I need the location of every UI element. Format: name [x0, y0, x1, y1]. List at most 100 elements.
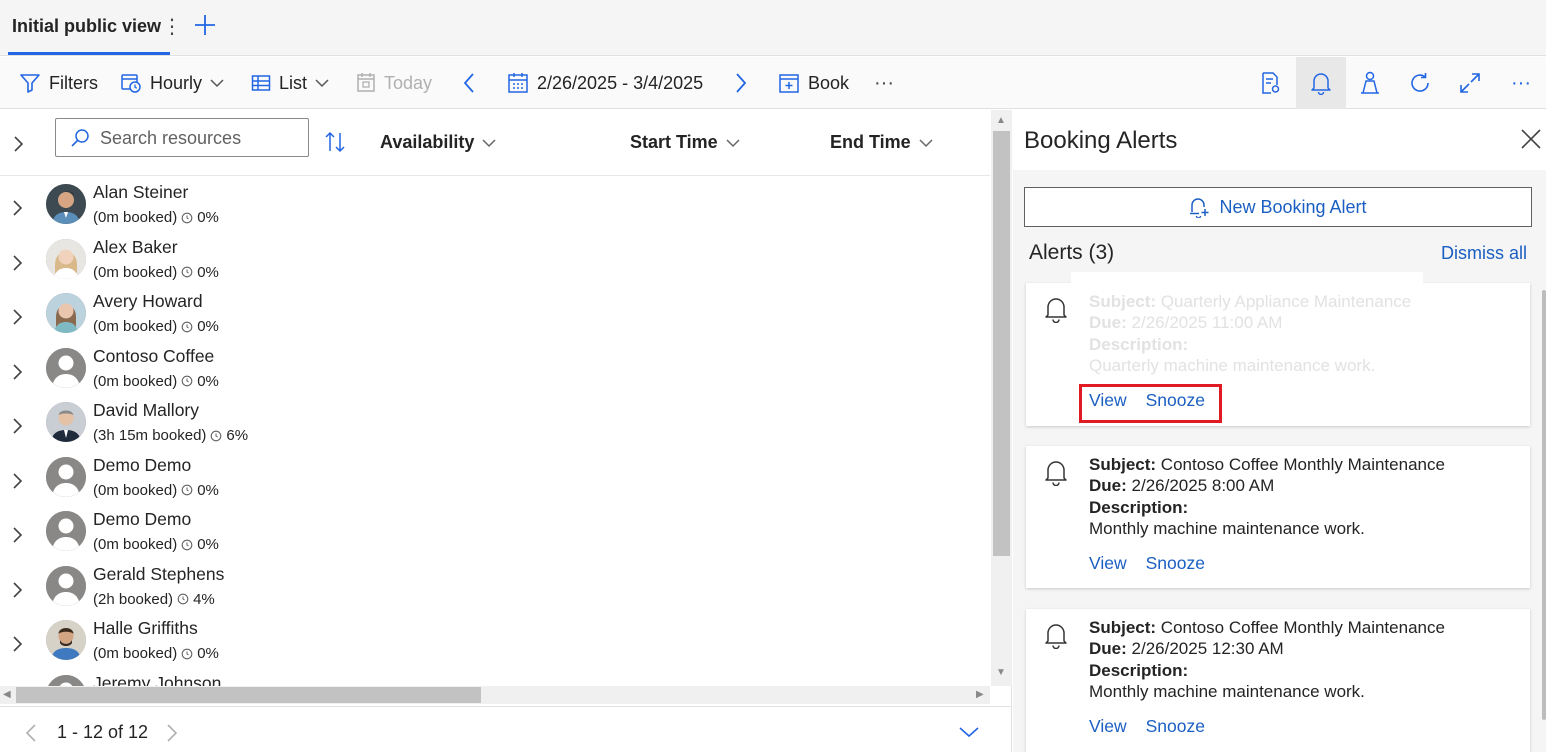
resource-name: Alex Baker — [93, 236, 178, 257]
grid-header: Availability Start Time End Time — [0, 110, 990, 176]
tab-initial-public-view[interactable]: Initial public view — [12, 16, 161, 37]
expand-row-chevron-icon[interactable] — [10, 580, 26, 600]
view-alert-link[interactable]: View — [1089, 390, 1127, 411]
expand-row-chevron-icon[interactable] — [10, 253, 26, 273]
booking-alerts-button[interactable] — [1296, 57, 1346, 109]
search-resources-box[interactable] — [55, 118, 309, 157]
view-alert-link[interactable]: View — [1089, 716, 1127, 737]
tab-more-options-icon[interactable]: ⋮ — [162, 14, 182, 39]
expand-all-chevron-icon[interactable] — [8, 134, 28, 154]
horizontal-scrollbar-thumb[interactable] — [16, 687, 481, 703]
resource-row[interactable]: Alex Baker (0m booked) 0% — [0, 235, 990, 290]
expand-row-chevron-icon[interactable] — [10, 362, 26, 382]
expand-row-chevron-icon[interactable] — [10, 416, 26, 436]
resource-booking-summary: (0m booked) 0% — [93, 536, 219, 553]
resource-name: Demo Demo — [93, 509, 192, 529]
alert-description: Monthly machine maintenance work. — [1089, 518, 1365, 538]
snooze-alert-link[interactable]: Snooze — [1146, 390, 1205, 411]
resource-row[interactable]: Jeremy Johnson — [0, 671, 990, 687]
column-header-end-time[interactable]: End Time — [830, 132, 933, 153]
resource-booking-summary: (0m booked) 0% — [93, 264, 219, 281]
close-icon[interactable] — [1520, 128, 1542, 150]
more-options-icon: ··· — [1511, 71, 1531, 94]
expand-row-chevron-icon[interactable] — [10, 471, 26, 491]
today-button[interactable]: Today — [356, 57, 432, 109]
vertical-scrollbar-thumb[interactable] — [993, 131, 1010, 556]
expand-row-chevron-icon[interactable] — [10, 198, 26, 218]
resource-booking-summary: (0m booked) 0% — [93, 482, 219, 499]
chevron-down-icon — [210, 79, 224, 88]
resource-row[interactable]: Demo Demo (0m booked) 0% — [0, 507, 990, 562]
resource-row[interactable]: Gerald Stephens (2h booked) 4% — [0, 562, 990, 617]
expand-row-chevron-icon[interactable] — [10, 634, 26, 654]
chevron-down-icon — [315, 79, 329, 88]
avatar — [46, 238, 86, 279]
scroll-up-arrow-icon[interactable]: ▲ — [996, 115, 1006, 126]
panel-scrollbar[interactable] — [1542, 290, 1546, 720]
schedule-toolbar: Filters Hourly List Today 2/26/2025 - 3/… — [0, 57, 1546, 109]
table-icon — [251, 75, 271, 91]
resource-row[interactable]: Avery Howard (0m booked) 0% — [0, 289, 990, 344]
alert-card: Subject: Contoso Coffee Monthly Maintena… — [1026, 609, 1530, 752]
subject-label: Subject: — [1089, 292, 1157, 311]
alerts-count: Alerts (3) — [1029, 241, 1115, 264]
column-header-start-time[interactable]: Start Time — [630, 132, 740, 153]
expand-row-chevron-icon[interactable] — [10, 307, 26, 327]
calendar-clock-icon — [121, 74, 141, 93]
sort-icon[interactable] — [324, 130, 346, 154]
resource-booking-summary: (3h 15m booked) 6% — [93, 427, 248, 444]
alert-subject: Contoso Coffee Monthly Maintenance — [1160, 455, 1445, 474]
view-alert-link[interactable]: View — [1089, 553, 1127, 574]
date-range-picker[interactable]: 2/26/2025 - 3/4/2025 — [507, 57, 703, 109]
search-input[interactable] — [100, 125, 300, 151]
person-pin-icon — [1361, 71, 1379, 94]
avatar-placeholder-icon — [46, 565, 86, 606]
add-tab-icon[interactable] — [192, 12, 218, 38]
clock-icon — [181, 484, 193, 496]
snooze-alert-link[interactable]: Snooze — [1146, 553, 1205, 574]
hourly-view-dropdown[interactable]: Hourly — [120, 57, 224, 109]
dismiss-all-link[interactable]: Dismiss all — [1441, 243, 1527, 264]
previous-page-icon[interactable] — [24, 723, 38, 743]
column-header-availability[interactable]: Availability — [380, 132, 496, 153]
chevron-down-icon — [726, 138, 740, 147]
alert-due: 2/26/2025 8:00 AM — [1131, 476, 1275, 496]
resource-list: Alan Steiner (0m booked) 0% Alex Baker (… — [0, 177, 990, 687]
scroll-right-arrow-icon[interactable]: ▶ — [976, 689, 984, 700]
scheduling-assistant-button[interactable] — [1345, 57, 1395, 109]
expand-row-chevron-icon[interactable] — [10, 525, 26, 545]
bell-icon — [1045, 461, 1067, 486]
toolbar-more-button[interactable]: ··· — [874, 57, 894, 109]
book-button[interactable]: Book — [778, 57, 849, 109]
next-week-button[interactable] — [734, 57, 748, 109]
list-view-dropdown[interactable]: List — [251, 57, 329, 109]
board-settings-button[interactable] — [1245, 57, 1295, 109]
description-label: Description: — [1089, 497, 1189, 517]
scroll-down-arrow-icon[interactable]: ▼ — [996, 667, 1006, 678]
filters-button[interactable]: Filters — [19, 57, 98, 109]
resource-row[interactable]: Contoso Coffee (0m booked) 0% — [0, 344, 990, 399]
collapse-details-chevron-icon[interactable] — [958, 725, 980, 739]
bell-icon — [1045, 624, 1067, 649]
snooze-alert-link[interactable]: Snooze — [1146, 716, 1205, 737]
scroll-left-arrow-icon[interactable]: ◀ — [3, 689, 11, 700]
next-page-icon[interactable] — [165, 723, 179, 743]
expand-button[interactable] — [1445, 57, 1495, 109]
avatar — [46, 620, 86, 660]
description-label: Description: — [1089, 660, 1189, 680]
clock-icon — [181, 648, 193, 659]
resource-row[interactable]: David Mallory (3h 15m booked) 6% — [0, 398, 990, 453]
toolbar-overflow-button[interactable]: ··· — [1496, 57, 1546, 109]
date-range-label: 2/26/2025 - 3/4/2025 — [537, 72, 704, 93]
resource-booking-summary: (2h booked) 4% — [93, 591, 215, 608]
due-label: Due: — [1089, 313, 1127, 333]
alert-actions: View Snooze — [1089, 716, 1205, 737]
resource-row[interactable]: Halle Griffiths (0m booked) 0% — [0, 616, 990, 671]
new-booking-alert-button[interactable]: New Booking Alert — [1024, 187, 1532, 227]
resource-row[interactable]: Alan Steiner (0m booked) 0% — [0, 180, 990, 235]
refresh-button[interactable] — [1395, 57, 1445, 109]
previous-week-button[interactable] — [462, 57, 476, 109]
avatar — [46, 184, 86, 224]
resource-row[interactable]: Demo Demo (0m booked) 0% — [0, 453, 990, 508]
resource-booking-summary: (0m booked) 0% — [93, 209, 219, 226]
